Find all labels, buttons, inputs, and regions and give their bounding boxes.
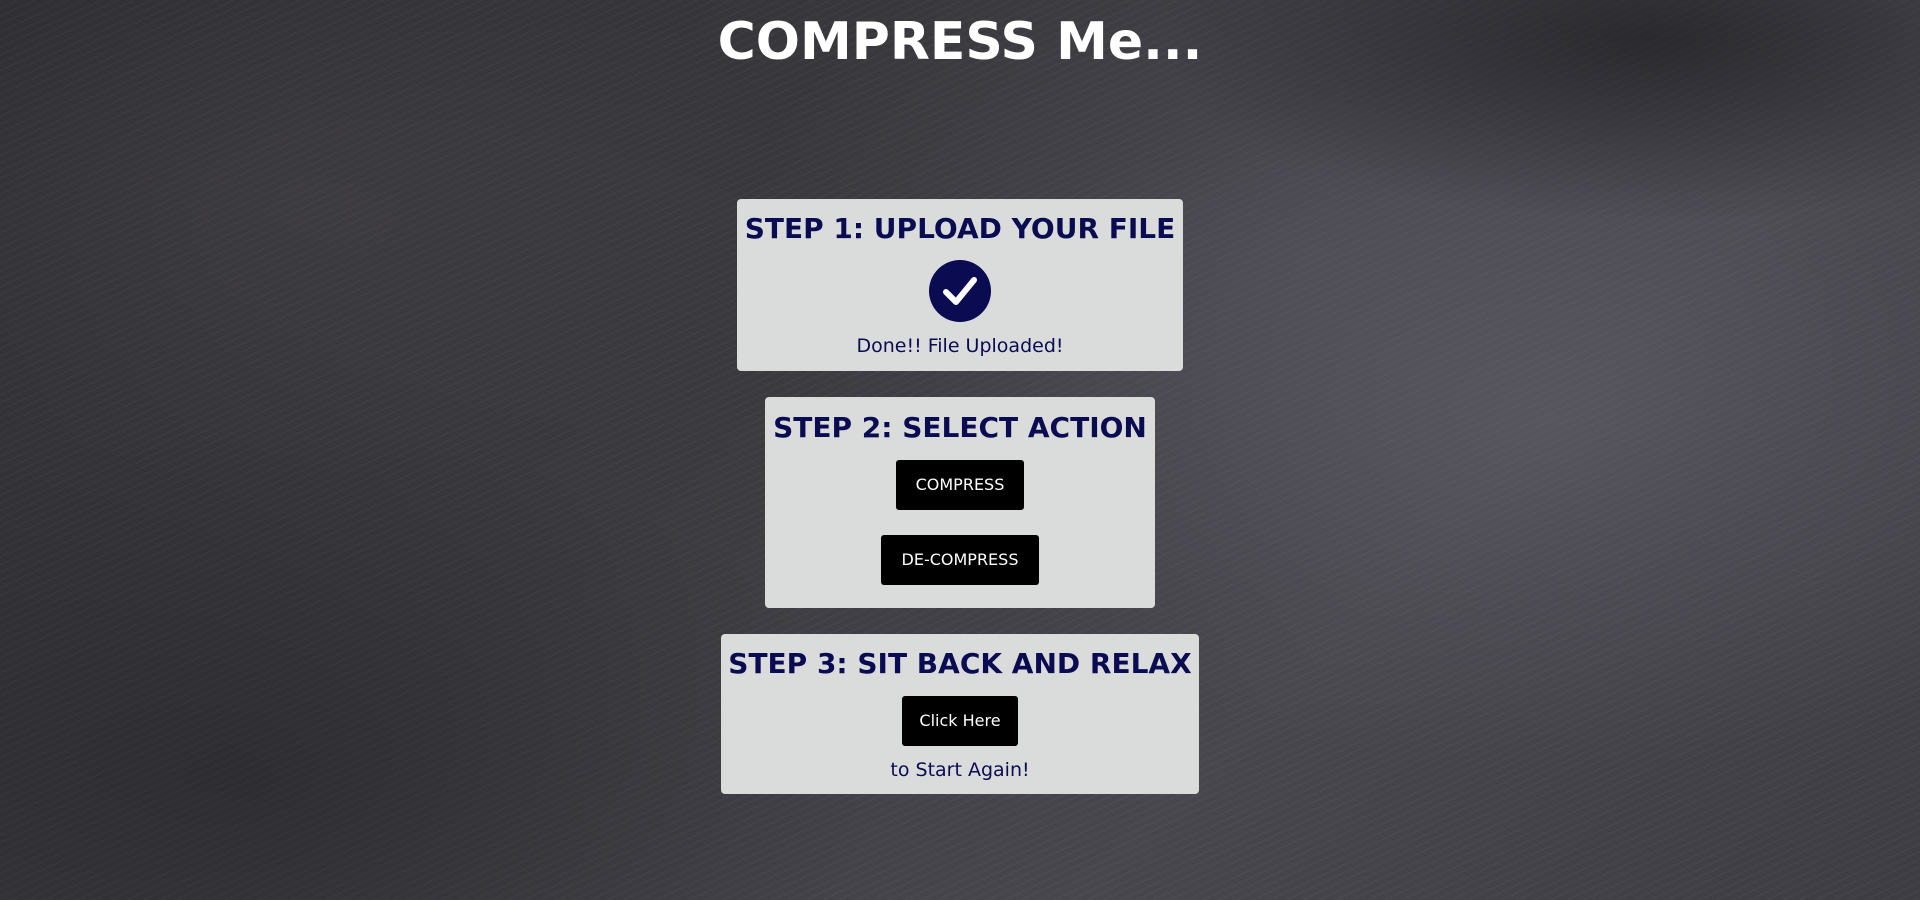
restart-button[interactable]: Click Here bbox=[902, 696, 1018, 746]
step-1-title: STEP 1: UPLOAD YOUR FILE bbox=[744, 212, 1176, 245]
step-2-card: STEP 2: SELECT ACTION COMPRESS DE-COMPRE… bbox=[765, 397, 1155, 608]
step-3-title: STEP 3: SIT BACK AND RELAX bbox=[728, 647, 1192, 680]
compress-button[interactable]: COMPRESS bbox=[896, 460, 1024, 510]
step-3-card: STEP 3: SIT BACK AND RELAX Click Here to… bbox=[721, 634, 1199, 794]
check-circle-icon bbox=[929, 260, 991, 322]
restart-text: to Start Again! bbox=[890, 759, 1030, 781]
decompress-button[interactable]: DE-COMPRESS bbox=[881, 535, 1039, 585]
step-1-card: STEP 1: UPLOAD YOUR FILE Done!! File Upl… bbox=[737, 199, 1183, 371]
upload-status-text: Done!! File Uploaded! bbox=[856, 335, 1064, 357]
page-title: COMPRESS Me... bbox=[717, 12, 1203, 72]
step-2-title: STEP 2: SELECT ACTION bbox=[773, 411, 1147, 444]
